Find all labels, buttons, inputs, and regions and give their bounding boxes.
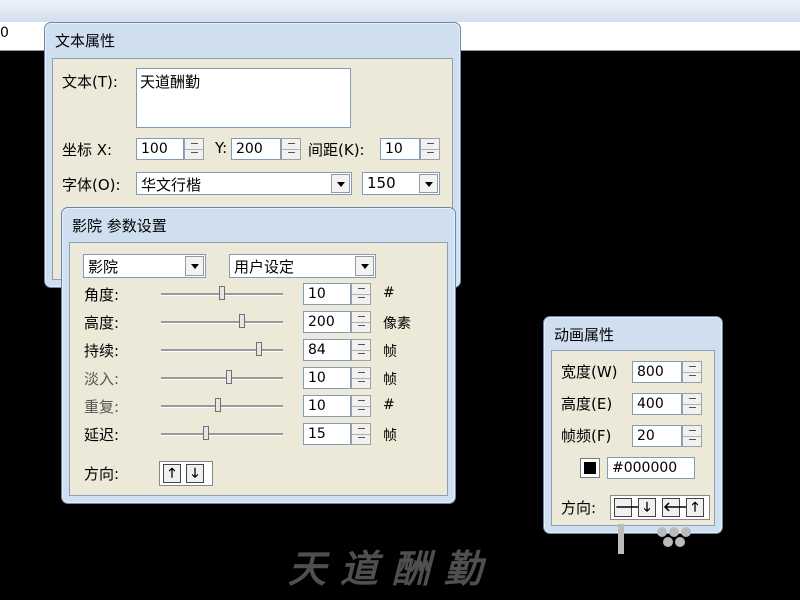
param-input[interactable]: 15 — [303, 423, 351, 445]
color-fill — [584, 462, 596, 474]
param-spinner[interactable] — [351, 339, 371, 361]
font-select-chevron-down-icon[interactable] — [331, 174, 350, 193]
param-label: 延迟: — [84, 426, 120, 444]
param-spinner[interactable] — [351, 395, 371, 417]
param-label: 高度: — [84, 314, 120, 332]
slider-thumb[interactable] — [226, 370, 233, 384]
slider-thumb[interactable] — [203, 426, 210, 440]
param-spinner[interactable] — [351, 367, 371, 389]
cinema-panel-body: 影院 用户设定 角度: 10 # 高度: 200 像素 持续: 84 帧淡入: 10 帧重复: 10 #… — [69, 242, 448, 496]
slider-track — [161, 377, 283, 380]
slider-track — [161, 405, 283, 408]
param-slider[interactable] — [161, 313, 283, 331]
param-label: 重复: — [84, 398, 120, 416]
direction-left-button[interactable]: 🡐 — [662, 498, 698, 517]
coord-y-label: Y: — [215, 139, 228, 157]
slider-thumb[interactable] — [219, 286, 225, 300]
height-spinner[interactable] — [682, 393, 702, 415]
param-input[interactable]: 200 — [303, 311, 351, 333]
canvas-brand-text: 天道酬勤 — [288, 546, 497, 591]
slider-thumb[interactable] — [238, 314, 245, 328]
font-size-select[interactable]: 150 — [362, 172, 440, 195]
param-label: 淡入: — [84, 370, 120, 388]
text-input[interactable]: 天道酬勤 — [136, 68, 351, 128]
width-spinner[interactable] — [682, 361, 702, 383]
param-label: 持续: — [84, 342, 120, 360]
app-titlebar — [0, 0, 800, 23]
param-spinner[interactable] — [351, 423, 371, 445]
direction-up-button[interactable]: 🡑 — [686, 498, 704, 517]
param-input[interactable]: 10 — [303, 367, 351, 389]
preset-select-value: 影院 — [88, 258, 119, 276]
anim-panel-body: 宽度(W) 800 高度(E) 400 帧频(F) 20 #000000 方向:… — [551, 350, 715, 526]
text-panel-title: 文本属性 — [55, 32, 116, 50]
fps-input[interactable]: 20 — [632, 425, 682, 447]
slider-track — [161, 321, 283, 324]
width-label: 宽度(W) — [561, 363, 618, 381]
param-input[interactable]: 10 — [303, 283, 351, 305]
preset-select[interactable]: 影院 — [83, 254, 206, 278]
slider-track — [161, 433, 283, 436]
mode-select-value: 用户设定 — [234, 258, 295, 276]
x-input[interactable]: 100 — [136, 138, 184, 160]
cinema-settings-panel: 影院 参数设置 影院 用户设定 角度: 10 # 高度: 200 像素 持续: 84 帧淡入: 1… — [61, 207, 456, 504]
direction-down-button[interactable]: 🡓 — [186, 464, 204, 483]
font-size-chevron-down-icon[interactable] — [419, 174, 438, 193]
param-unit: 帧 — [383, 344, 397, 360]
watermark-logo-icon — [618, 524, 691, 554]
fps-label: 帧频(F) — [561, 427, 612, 445]
param-unit: 帧 — [383, 372, 397, 388]
slider-thumb[interactable] — [215, 398, 222, 412]
y-spinner[interactable] — [281, 138, 301, 160]
param-unit: # — [383, 397, 395, 413]
direction-right-button[interactable]: 🡒 — [614, 498, 650, 517]
slider-track — [161, 349, 283, 352]
height-label: 高度(E) — [561, 395, 613, 413]
coord-x-label: 坐标 X: — [62, 141, 113, 159]
param-slider[interactable] — [161, 341, 283, 359]
param-slider[interactable] — [161, 425, 283, 443]
param-input[interactable]: 10 — [303, 395, 351, 417]
color-swatch-button[interactable] — [580, 458, 600, 478]
spacing-label: 间距(K): — [308, 141, 365, 159]
font-select[interactable]: 华文行楷 — [136, 172, 352, 195]
anim-direction-group: 🡒 🡓 🡐 🡑 — [610, 495, 710, 520]
spacing-input[interactable]: 10 — [380, 138, 420, 160]
font-size-value: 150 — [367, 174, 396, 192]
width-input[interactable]: 800 — [632, 361, 682, 383]
direction-up-button[interactable]: 🡑 — [163, 464, 181, 483]
animation-properties-panel: 动画属性 宽度(W) 800 高度(E) 400 帧频(F) 20 #00000… — [543, 316, 723, 534]
fps-spinner[interactable] — [682, 425, 702, 447]
text-label: 文本(T): — [62, 73, 118, 91]
cinema-direction-group: 🡑 🡓 — [159, 461, 213, 486]
mode-chevron-down-icon[interactable] — [355, 256, 374, 276]
param-slider[interactable] — [161, 369, 283, 387]
param-input[interactable]: 84 — [303, 339, 351, 361]
direction-down-button[interactable]: 🡓 — [638, 498, 656, 517]
param-spinner[interactable] — [351, 283, 371, 305]
slider-thumb[interactable] — [255, 342, 262, 356]
y-input[interactable]: 200 — [231, 138, 281, 160]
cinema-panel-title: 影院 参数设置 — [72, 217, 167, 235]
anim-direction-label: 方向: — [561, 499, 597, 517]
param-unit: 帧 — [383, 428, 397, 444]
param-slider[interactable] — [161, 397, 283, 415]
param-unit: # — [383, 285, 395, 301]
mode-select[interactable]: 用户设定 — [229, 254, 376, 278]
font-label: 字体(O): — [62, 176, 121, 194]
cinema-direction-label: 方向: — [84, 465, 120, 483]
height-input[interactable]: 400 — [632, 393, 682, 415]
param-label: 角度: — [84, 286, 120, 304]
param-slider[interactable] — [161, 285, 283, 303]
font-select-value: 华文行楷 — [141, 176, 202, 194]
param-spinner[interactable] — [351, 311, 371, 333]
param-unit: 像素 — [383, 316, 411, 332]
spacing-spinner[interactable] — [420, 138, 440, 160]
x-spinner[interactable] — [184, 138, 204, 160]
anim-panel-title: 动画属性 — [554, 326, 615, 344]
color-input[interactable]: #000000 — [607, 457, 695, 479]
app-text-value: 0 — [0, 25, 9, 41]
preset-chevron-down-icon[interactable] — [185, 256, 204, 276]
